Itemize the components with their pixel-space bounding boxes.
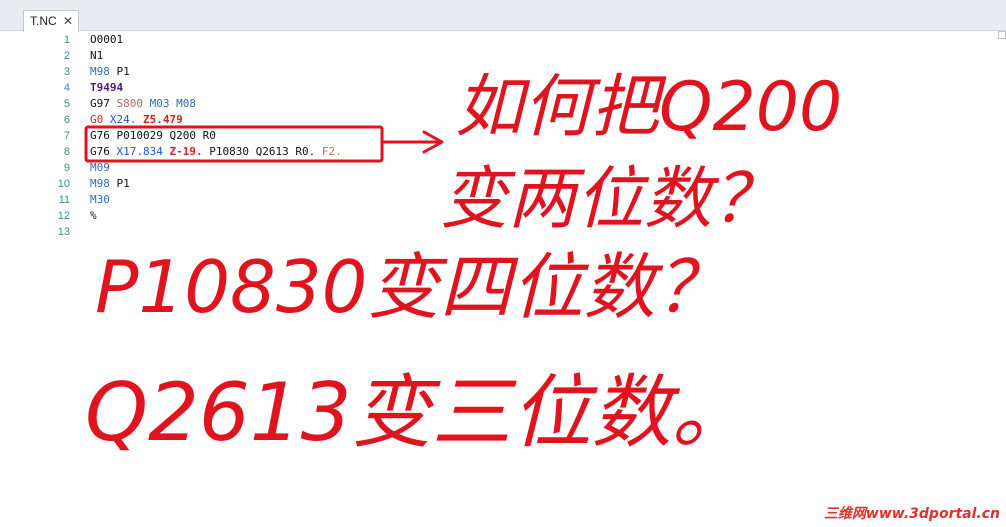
line-number: 7 bbox=[63, 130, 70, 142]
code-text: T9494 bbox=[90, 80, 123, 96]
annotation-line-4: Q2613变三位数。 bbox=[85, 366, 752, 459]
line-number: 11 bbox=[58, 194, 70, 206]
code-token: G97 bbox=[90, 97, 117, 110]
code-token: O0001 bbox=[90, 33, 124, 46]
code-token: T9494 bbox=[90, 81, 124, 94]
tab-bar: T.NC ✕ bbox=[0, 0, 1006, 32]
code-line[interactable]: 9 M09 bbox=[0, 160, 900, 176]
code-text: O0001 bbox=[90, 32, 123, 48]
code-text: M98 P1 bbox=[90, 64, 130, 80]
code-line[interactable]: 3 M98 P1 bbox=[0, 64, 900, 80]
code-line[interactable]: 10 M98 P1 bbox=[0, 176, 900, 192]
code-text: M09 bbox=[90, 160, 110, 176]
code-line[interactable]: 1 O0001 bbox=[0, 32, 900, 48]
code-token: M09 bbox=[90, 161, 110, 174]
line-number: 8 bbox=[63, 146, 70, 158]
code-line[interactable]: 13 bbox=[0, 224, 900, 240]
code-token: P1 bbox=[109, 65, 130, 78]
line-number: 4 bbox=[63, 82, 70, 94]
tab-label: T.NC bbox=[30, 14, 57, 28]
code-token: P1 bbox=[109, 177, 130, 190]
code-token: S800 bbox=[116, 97, 144, 110]
code-token: % bbox=[90, 209, 97, 222]
code-token: Z-19. bbox=[162, 145, 203, 158]
code-text: G0 X24. Z5.479 bbox=[90, 112, 183, 128]
code-token: N1 bbox=[90, 49, 104, 62]
line-number: 1 bbox=[63, 34, 70, 46]
line-number: 2 bbox=[63, 50, 70, 62]
code-token: Z5.479 bbox=[136, 113, 183, 126]
code-token: M98 bbox=[90, 177, 110, 190]
code-token: G76 bbox=[90, 145, 117, 158]
annotation-line-3: P10830变四位数？ bbox=[95, 245, 727, 329]
code-token: X17.834 bbox=[116, 145, 163, 158]
code-text: G97 S800 M03 M08 bbox=[90, 96, 196, 112]
line-number: 12 bbox=[57, 210, 70, 222]
code-line[interactable]: 5 G97 S800 M03 M08 bbox=[0, 96, 900, 112]
code-text: M30 bbox=[90, 192, 110, 208]
code-line[interactable]: 7 G76 P010029 Q200 R0 bbox=[0, 128, 900, 144]
code-token: G0 bbox=[90, 113, 110, 126]
code-text: M98 P1 bbox=[90, 176, 130, 192]
code-line[interactable]: 6 G0 X24. Z5.479 bbox=[0, 112, 900, 128]
code-line[interactable]: 4 T9494 bbox=[0, 80, 900, 96]
scrollbar-corner[interactable] bbox=[998, 31, 1006, 39]
code-line[interactable]: 12% bbox=[0, 208, 900, 224]
code-text: G76 X17.834 Z-19. P10830 Q2613 R0. F2. bbox=[90, 144, 342, 160]
code-token: F2. bbox=[321, 145, 342, 158]
editor-window: T.NC ✕ 1 O0001 2 N1 3 M98 P1 4 T9494 5 G97 S800 M… bbox=[0, 0, 1006, 527]
code-token: M98 bbox=[90, 65, 110, 78]
line-number: 5 bbox=[63, 98, 70, 110]
code-text: N1 bbox=[90, 48, 103, 64]
code-text: G76 P010029 Q200 R0 bbox=[90, 128, 216, 144]
code-line[interactable]: 2 N1 bbox=[0, 48, 900, 64]
code-token: M03 M08 bbox=[143, 97, 196, 110]
code-text: % bbox=[90, 208, 97, 224]
code-line[interactable]: 8 G76 X17.834 Z-19. P10830 Q2613 R0. F2. bbox=[0, 144, 900, 160]
code-token: M30 bbox=[90, 193, 110, 206]
code-token: G76 P010029 Q200 R0 bbox=[90, 129, 216, 142]
line-number: 6 bbox=[63, 114, 70, 126]
tab-file[interactable]: T.NC ✕ bbox=[23, 10, 79, 32]
close-icon[interactable]: ✕ bbox=[63, 11, 73, 31]
line-number: 13 bbox=[57, 226, 70, 238]
line-number: 3 bbox=[63, 66, 70, 78]
code-token: X24. bbox=[109, 113, 137, 126]
code-token: P10830 Q2613 R0. bbox=[202, 145, 322, 158]
site-watermark: 三维网www.3dportal.cn bbox=[823, 506, 1000, 522]
line-number: 9 bbox=[63, 162, 70, 174]
code-line[interactable]: 11 M30 bbox=[0, 192, 900, 208]
line-number: 10 bbox=[57, 178, 70, 190]
